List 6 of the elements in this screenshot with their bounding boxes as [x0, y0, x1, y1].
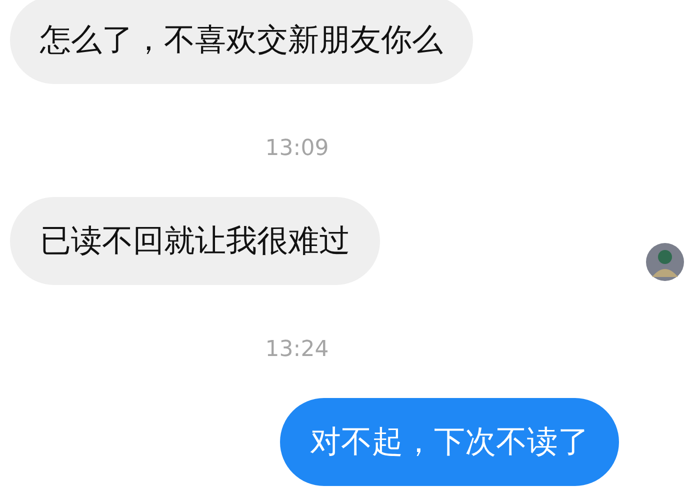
message-bubble: 怎么了，不喜欢交新朋友你么 [10, 0, 473, 84]
message-bubble: 已读不回就让我很难过 [10, 197, 380, 285]
message-bubble: 对不起，下次不读了 [280, 398, 619, 486]
avatar-icon[interactable] [646, 243, 684, 281]
timestamp: 13:24 [265, 337, 329, 362]
timestamp: 13:09 [265, 136, 329, 161]
